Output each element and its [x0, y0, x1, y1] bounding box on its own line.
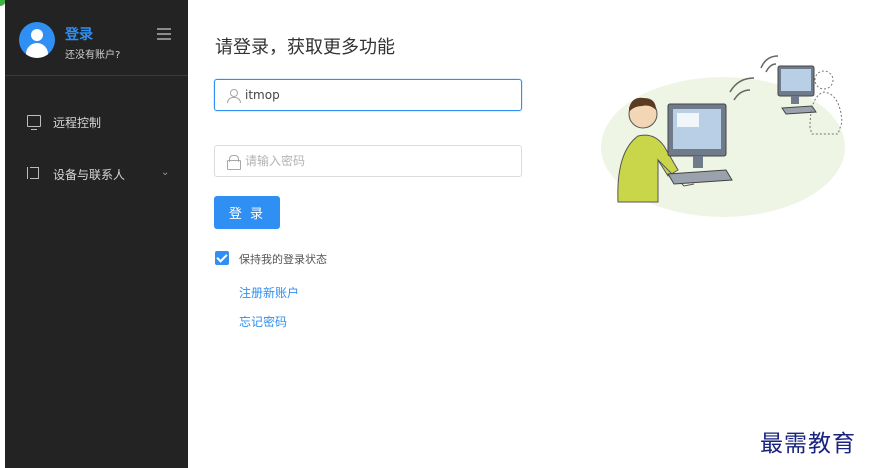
password-input[interactable]	[245, 146, 515, 176]
chevron-down-icon[interactable]: ⌄	[161, 167, 169, 178]
no-account-text: 还没有账户?	[65, 50, 121, 61]
password-field[interactable]	[214, 145, 522, 177]
register-link[interactable]: 注册新账户	[239, 284, 299, 301]
lock-icon	[227, 155, 241, 170]
sidebar-item-devices-contacts[interactable]: 设备与联系人 ⌄	[5, 156, 188, 192]
monitor-icon	[27, 115, 41, 130]
forgot-password-link[interactable]: 忘记密码	[239, 313, 287, 330]
watermark-text: 最需教育	[760, 431, 856, 457]
remember-me-checkbox[interactable]	[215, 251, 229, 265]
remember-me-label: 保持我的登录状态	[239, 253, 327, 266]
sidebar: 登录 还没有账户? 远程控制 设备与联系人 ⌄	[5, 0, 188, 468]
avatar-head	[31, 29, 43, 41]
avatar-body	[26, 43, 48, 58]
login-button[interactable]: 登 录	[214, 196, 280, 229]
avatar[interactable]	[19, 22, 55, 58]
remote-control-illustration	[601, 55, 845, 217]
sidebar-item-label: 设备与联系人	[53, 168, 126, 182]
user-icon	[227, 89, 241, 103]
username-input[interactable]	[245, 80, 515, 110]
hamburger-menu-icon[interactable]	[157, 28, 171, 40]
sidebar-item-label: 远程控制	[53, 116, 102, 130]
account-header: 登录 还没有账户?	[5, 0, 188, 76]
contacts-icon	[27, 167, 41, 179]
sidebar-item-remote-control[interactable]: 远程控制	[5, 104, 188, 140]
page-title: 请登录，获取更多功能	[215, 37, 395, 58]
sidebar-login-link[interactable]: 登录	[65, 24, 93, 44]
username-field[interactable]	[214, 79, 522, 111]
